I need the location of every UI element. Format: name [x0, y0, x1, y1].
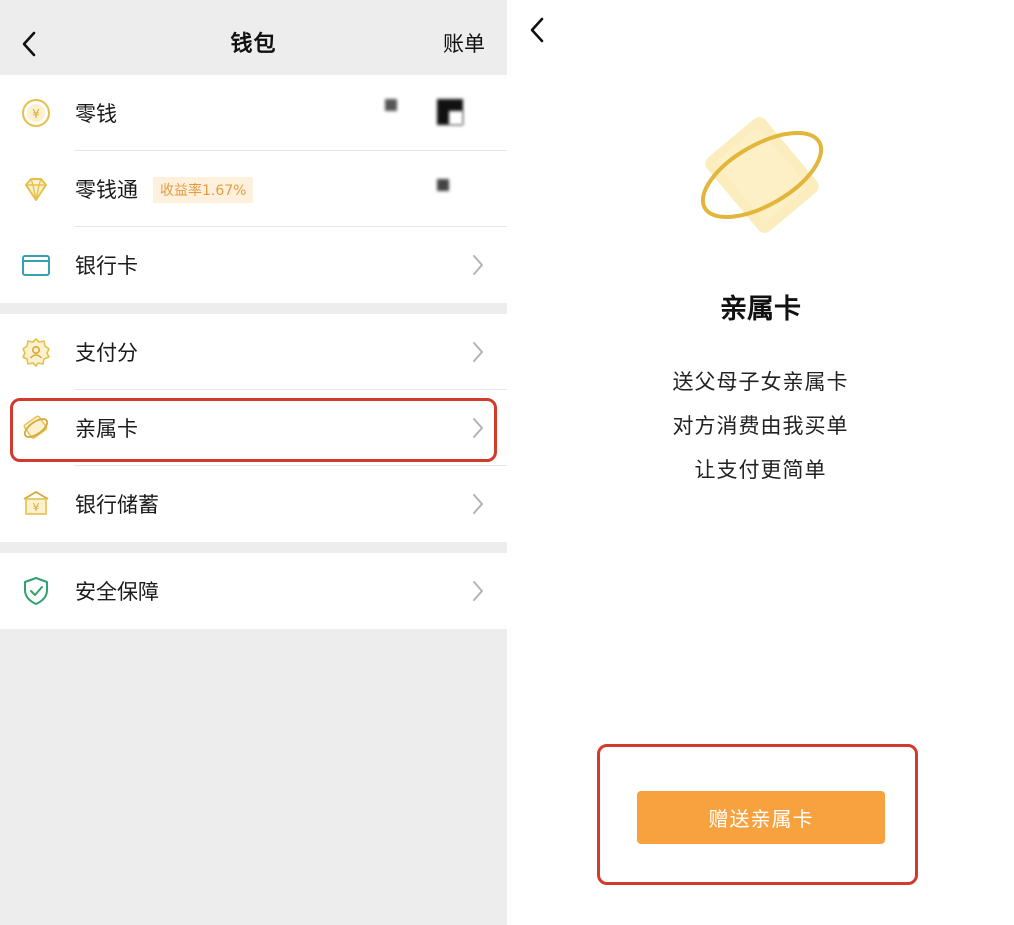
- wallet-group-services: 支付分 亲属卡 ¥ 银行储蓄: [0, 314, 507, 542]
- back-arrow-icon: [530, 17, 544, 43]
- yield-rate-badge: 收益率1.67%: [153, 177, 254, 203]
- row-label: 支付分: [75, 341, 138, 365]
- bank-card-icon: [20, 249, 52, 281]
- bank-deposit-icon: ¥: [20, 488, 52, 520]
- chevron-right-icon: [472, 580, 484, 602]
- row-label: 银行储蓄: [75, 493, 159, 517]
- family-card-title: 亲属卡: [720, 294, 801, 325]
- chevron-right-icon: [472, 493, 484, 515]
- wallet-group-security: 安全保障: [0, 553, 507, 629]
- shield-check-icon: [20, 575, 52, 607]
- chevron-right-icon: [472, 341, 484, 363]
- wallet-header: 钱包 账单: [0, 0, 507, 75]
- redacted-amount: [437, 179, 449, 191]
- gift-family-card-button[interactable]: 赠送亲属卡: [637, 791, 885, 844]
- row-label: 安全保障: [75, 580, 159, 604]
- row-change-pass[interactable]: 零钱通 收益率1.67%: [0, 151, 507, 227]
- wallet-group-balance: ¥ 零钱 零钱通 收益率1.67% 银行卡: [0, 75, 507, 303]
- row-pay-score[interactable]: 支付分: [0, 314, 507, 390]
- page-title: 钱包: [230, 32, 277, 57]
- row-label: 零钱: [75, 102, 117, 126]
- svg-text:¥: ¥: [32, 107, 40, 121]
- row-label: 亲属卡: [75, 417, 138, 441]
- svg-text:¥: ¥: [33, 501, 40, 514]
- family-card-icon: [20, 412, 52, 444]
- diamond-icon: [20, 173, 52, 205]
- pay-score-badge-icon: [20, 336, 52, 368]
- yuan-coin-icon: ¥: [20, 97, 52, 129]
- family-card-screen: 亲属卡 送父母子女亲属卡 对方消费由我买单 让支付更简单 赠送亲属卡: [507, 0, 1014, 925]
- row-bank-card[interactable]: 银行卡: [0, 227, 507, 303]
- wallet-screen: 钱包 账单 ¥ 零钱 零钱通 收益率1.67% 银行卡 支付分 亲属卡 ¥ 银行…: [0, 0, 507, 925]
- back-button[interactable]: [522, 10, 552, 50]
- row-bank-deposit[interactable]: ¥ 银行储蓄: [0, 466, 507, 542]
- intro-line: 让支付更简单: [694, 458, 827, 482]
- bill-link[interactable]: 账单: [443, 28, 485, 58]
- row-security[interactable]: 安全保障: [0, 553, 507, 629]
- row-change[interactable]: ¥ 零钱: [0, 75, 507, 151]
- intro-line: 对方消费由我买单: [672, 414, 849, 438]
- row-label: 银行卡: [75, 254, 138, 278]
- family-card-illustration: [692, 105, 832, 245]
- intro-line: 送父母子女亲属卡: [672, 370, 849, 394]
- row-family-card[interactable]: 亲属卡: [0, 390, 507, 466]
- chevron-right-icon: [472, 417, 484, 439]
- chevron-right-icon: [472, 254, 484, 276]
- row-label: 零钱通: [75, 178, 138, 202]
- redacted-amount: [385, 99, 397, 111]
